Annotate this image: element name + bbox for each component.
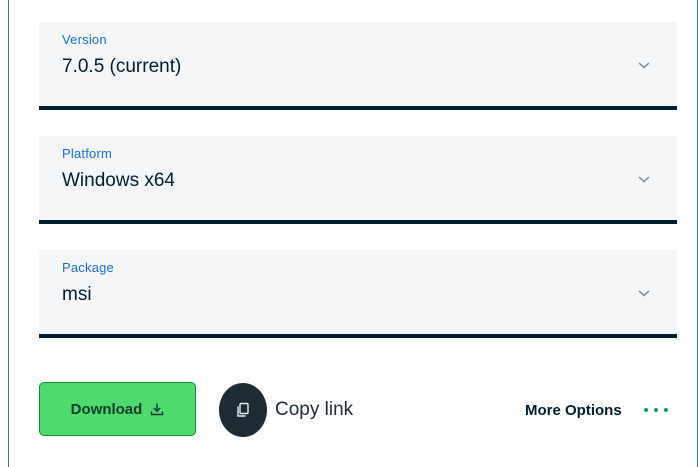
copy-icon <box>237 402 249 417</box>
package-value: msi <box>62 284 92 305</box>
platform-value: Windows x64 <box>62 170 175 191</box>
download-label: Download <box>70 400 143 418</box>
package-label: Package <box>62 260 114 275</box>
package-select[interactable]: Package msi <box>39 250 677 338</box>
chevron-down-icon[interactable] <box>637 60 651 70</box>
download-button[interactable]: Download <box>39 382 196 436</box>
chevron-down-icon[interactable] <box>637 174 651 184</box>
platform-select[interactable]: Platform Windows x64 <box>39 136 677 224</box>
version-label: Version <box>62 32 107 47</box>
more-options-label: More Options <box>525 401 622 419</box>
ellipsis-icon[interactable] <box>643 408 668 412</box>
ellipsis-dot <box>653 408 658 412</box>
more-options-button[interactable]: More Options <box>525 395 668 425</box>
version-select[interactable]: Version 7.0.5 (current) <box>39 22 677 110</box>
download-icon <box>151 403 164 416</box>
ellipsis-dot <box>663 408 668 412</box>
copy-link-label: Copy link <box>275 399 354 420</box>
frame-left-border <box>8 0 9 467</box>
chevron-down-icon[interactable] <box>637 288 651 298</box>
version-value: 7.0.5 (current) <box>62 56 182 77</box>
ellipsis-dot <box>643 408 648 412</box>
platform-label: Platform <box>62 146 113 161</box>
copy-icon-badge[interactable] <box>219 383 267 437</box>
copy-link-button[interactable]: Copy link <box>219 383 353 437</box>
